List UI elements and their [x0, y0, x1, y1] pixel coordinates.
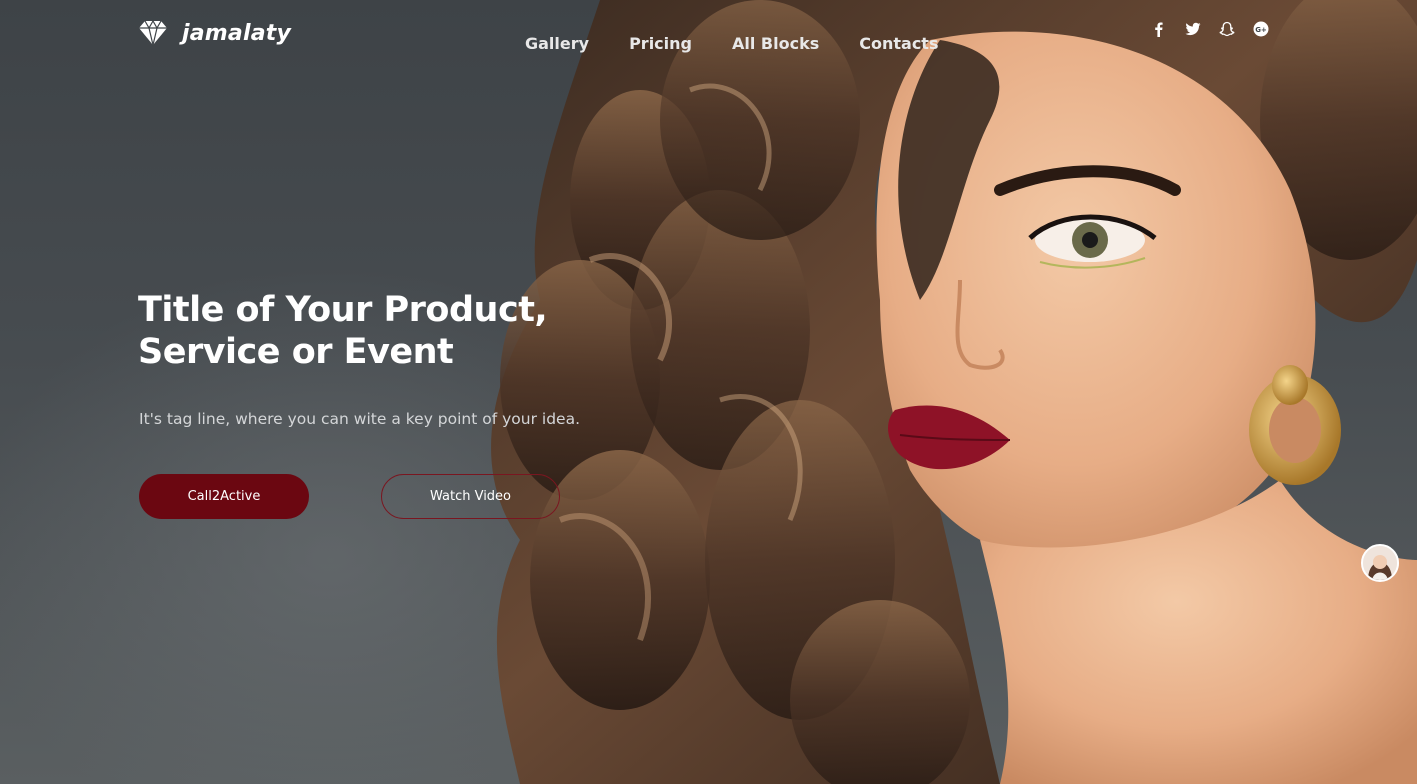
social-links: G+ [1150, 20, 1270, 38]
nav-item-pricing[interactable]: Pricing [629, 34, 692, 53]
hero-background-image [0, 0, 1417, 784]
hero-section: jamalaty Gallery Pricing All Blocks Cont… [0, 0, 1417, 784]
chat-avatar[interactable] [1361, 544, 1399, 582]
call-to-action-button[interactable]: Call2Active [139, 474, 309, 519]
watch-video-button[interactable]: Watch Video [381, 474, 560, 519]
google-plus-icon[interactable]: G+ [1252, 20, 1270, 38]
brand-logo[interactable]: jamalaty [138, 20, 291, 46]
hero-title-line-1: Title of Your Product, [138, 290, 548, 330]
hero-tagline: It's tag line, where you can wite a key … [139, 410, 581, 428]
main-navigation: Gallery Pricing All Blocks Contacts [525, 34, 938, 53]
brand-name: jamalaty [182, 20, 292, 46]
nav-item-gallery[interactable]: Gallery [525, 34, 589, 53]
facebook-icon[interactable] [1150, 20, 1168, 38]
svg-text:G+: G+ [1255, 26, 1267, 34]
nav-item-contacts[interactable]: Contacts [859, 34, 938, 53]
twitter-icon[interactable] [1184, 20, 1202, 38]
nav-item-all-blocks[interactable]: All Blocks [732, 34, 819, 53]
hero-title-line-2: Service or Event [138, 332, 454, 372]
snapchat-icon[interactable] [1218, 20, 1236, 38]
user-avatar-icon [1363, 546, 1397, 580]
diamond-icon [139, 20, 167, 46]
hero-title: Title of Your Product, Service or Event [138, 289, 558, 373]
woman-portrait-image [491, 0, 1417, 784]
